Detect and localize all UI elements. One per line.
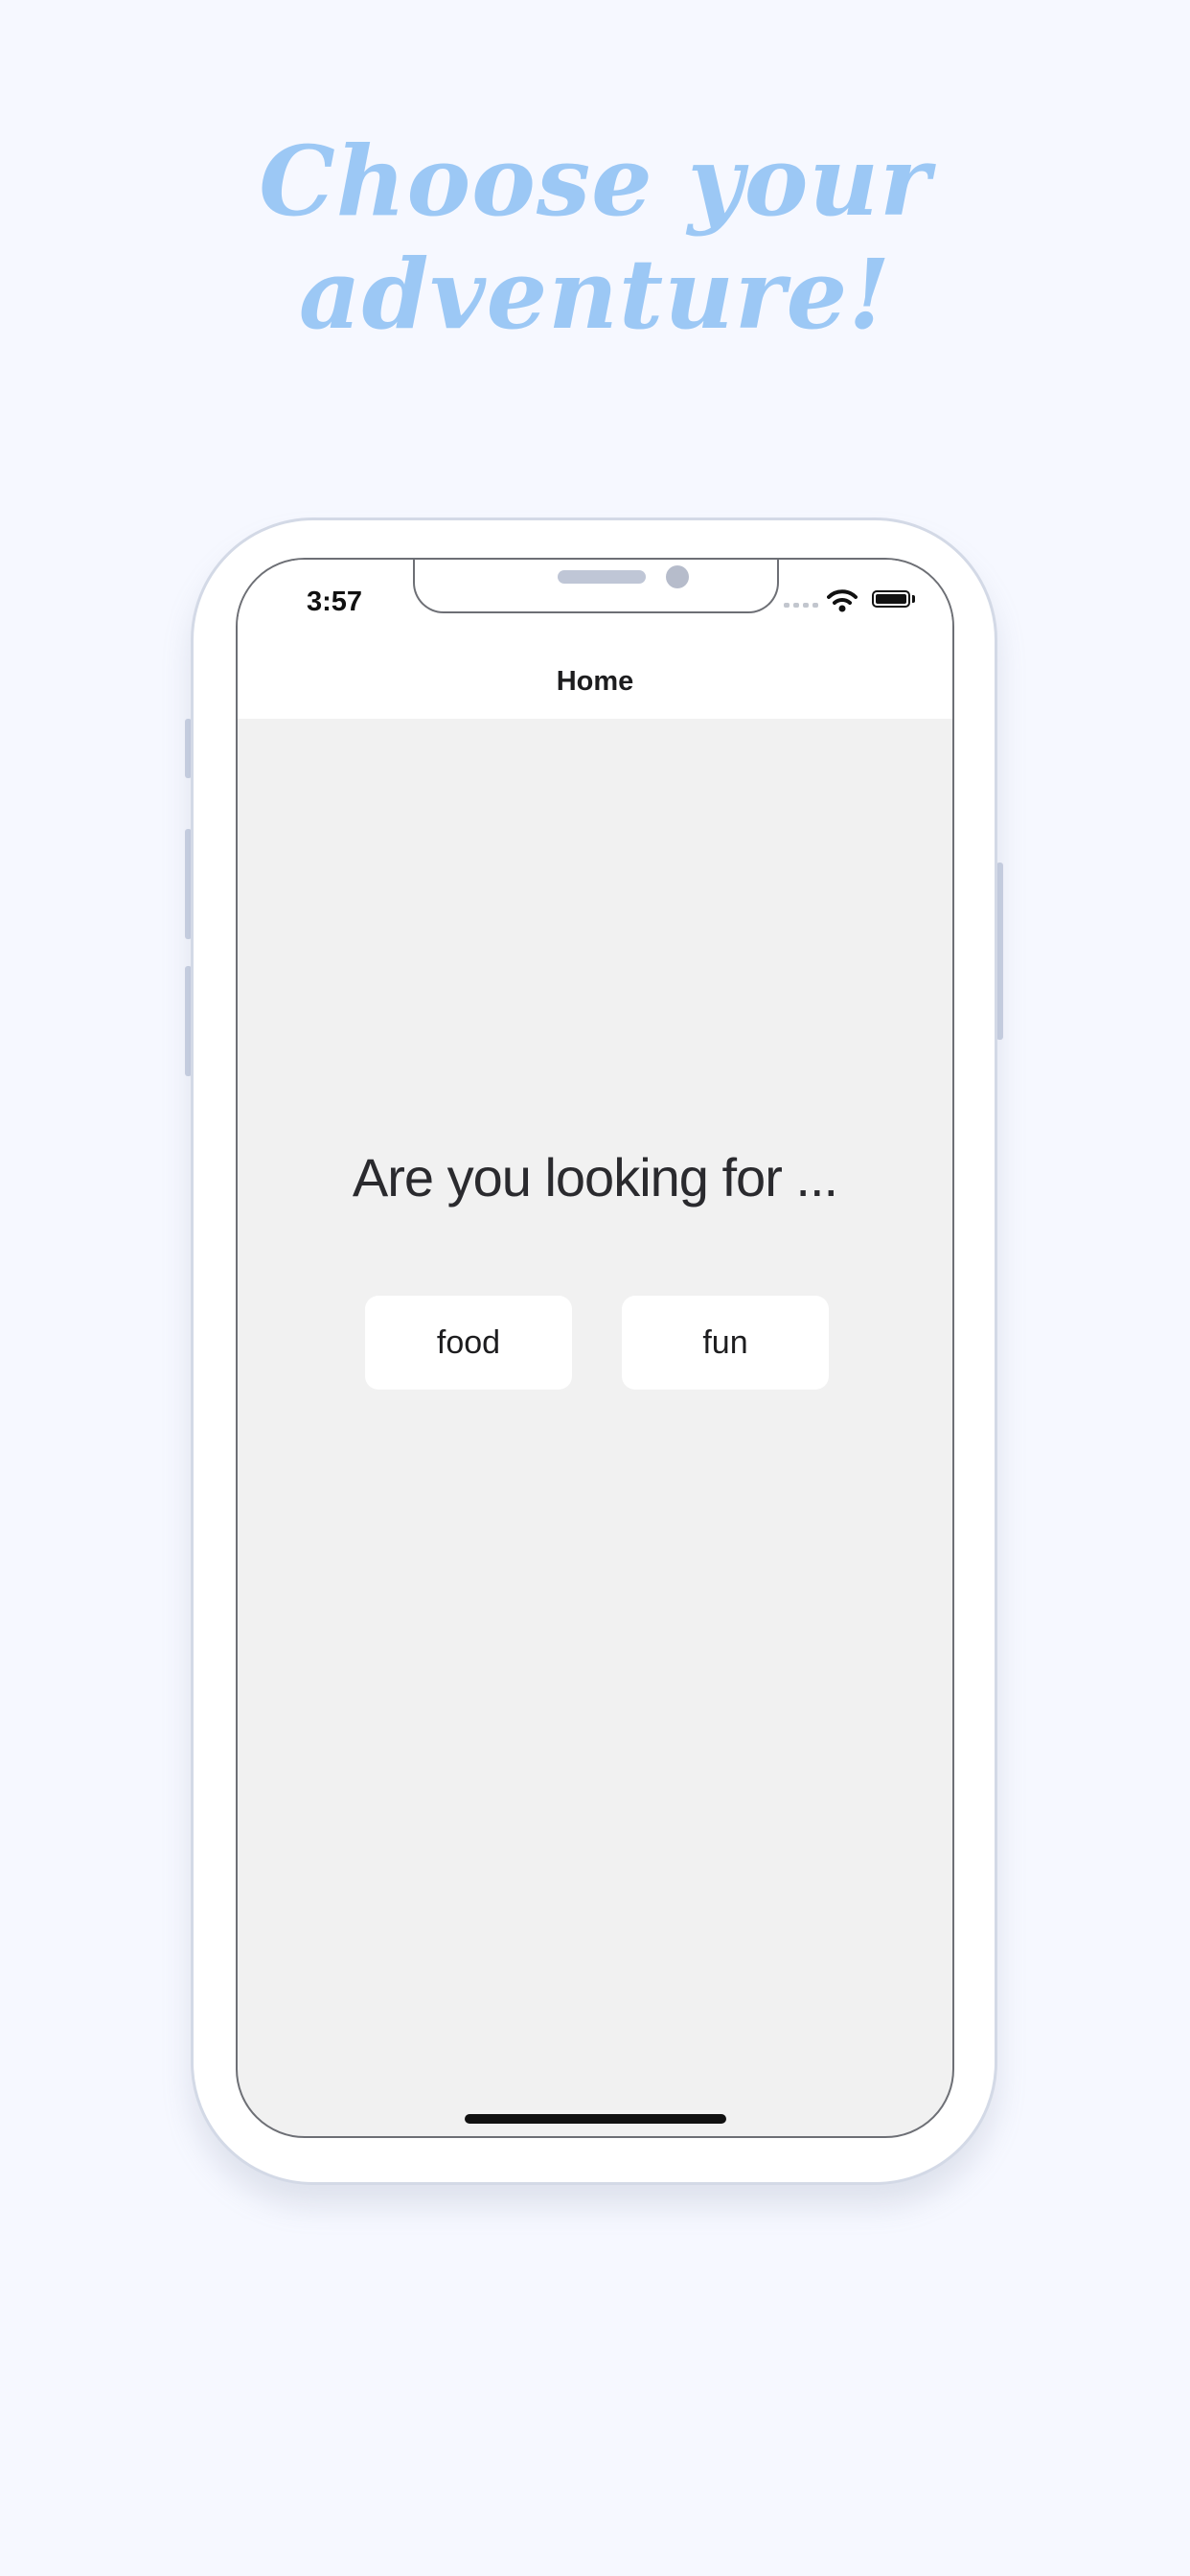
- cellular-signal-icon: [784, 603, 818, 608]
- status-time: 3:57: [307, 586, 363, 617]
- front-camera: [666, 565, 689, 588]
- promo-headline: Choose your adventure!: [259, 125, 931, 351]
- question-text: Are you looking for ...: [352, 1147, 838, 1208]
- battery-tip: [912, 595, 915, 603]
- navigation-bar: Home: [238, 644, 952, 719]
- power-button: [996, 862, 1003, 1040]
- speaker-grille: [558, 570, 646, 584]
- nav-title: Home: [556, 665, 634, 697]
- battery-icon: [872, 590, 910, 608]
- status-bar: 3:57: [238, 560, 952, 644]
- wifi-icon: [827, 589, 858, 612]
- fun-button[interactable]: fun: [622, 1296, 829, 1390]
- phone-screen: 3:57 Home Are you looking for ... food f…: [236, 558, 954, 2138]
- home-indicator[interactable]: [465, 2114, 726, 2124]
- notch: [413, 560, 779, 613]
- food-button[interactable]: food: [365, 1296, 572, 1390]
